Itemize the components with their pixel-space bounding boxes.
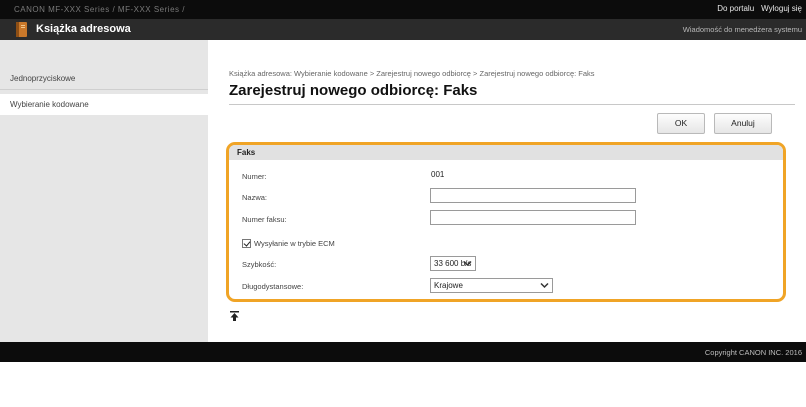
cancel-button[interactable]: Anuluj [714, 113, 772, 134]
fax-number-label: Numer faksu: [242, 215, 287, 224]
logout-link[interactable]: Wyloguj się [761, 4, 802, 13]
sidebar-divider [0, 89, 208, 90]
sidebar-item-coded-dial[interactable]: Wybieranie kodowane [0, 94, 208, 115]
device-name: CANON MF-XXX Series / MF-XXX Series / [14, 5, 185, 14]
sidebar-item-one-touch[interactable]: Jednoprzyciskowe [0, 68, 208, 89]
breadcrumb: Książka adresowa: Wybieranie kodowane > … [229, 69, 595, 78]
ecm-checkbox-row[interactable]: Wysyłanie w trybie ECM [242, 239, 335, 248]
number-value: 001 [431, 170, 445, 179]
message-to-admin-link[interactable]: Wiadomość do menedżera systemu [683, 25, 802, 34]
number-label: Numer: [242, 172, 267, 181]
footer: Copyright CANON INC. 2016 [0, 342, 806, 362]
fax-settings-group: Faks Numer: 001 Nazwa: Numer faksu: Wysy… [226, 142, 786, 302]
speed-select[interactable]: 33 600 b/s [430, 256, 476, 271]
title-divider [229, 104, 795, 105]
long-distance-label: Długodystansowe: [242, 282, 304, 291]
fax-number-input[interactable] [430, 210, 636, 225]
app-header: Książka adresowa Wiadomość do menedżera … [0, 19, 806, 40]
top-bar: CANON MF-XXX Series / MF-XXX Series / Do… [0, 0, 806, 19]
top-links: Do portalu Wyloguj się [717, 4, 802, 13]
portal-link[interactable]: Do portalu [717, 4, 754, 13]
sidebar: Jednoprzyciskowe Wybieranie kodowane [0, 40, 208, 342]
page-title: Zarejestruj nowego odbiorcę: Faks [229, 82, 478, 99]
copyright-text: Copyright CANON INC. 2016 [704, 348, 802, 357]
long-distance-selected-value: Krajowe [434, 281, 463, 290]
ecm-checkbox-label: Wysyłanie w trybie ECM [254, 239, 335, 248]
name-input[interactable] [430, 188, 636, 203]
app-title: Książka adresowa [36, 23, 131, 35]
ecm-checkbox[interactable] [242, 239, 251, 248]
address-book-icon [16, 22, 27, 37]
long-distance-select[interactable]: Krajowe [430, 278, 553, 293]
name-label: Nazwa: [242, 193, 268, 202]
scroll-to-top-icon[interactable] [230, 311, 239, 321]
chevron-down-icon [463, 260, 472, 267]
speed-label: Szybkość: [242, 260, 277, 269]
fax-group-heading: Faks [229, 145, 783, 160]
ok-button[interactable]: OK [657, 113, 705, 134]
chevron-down-icon [540, 282, 549, 289]
